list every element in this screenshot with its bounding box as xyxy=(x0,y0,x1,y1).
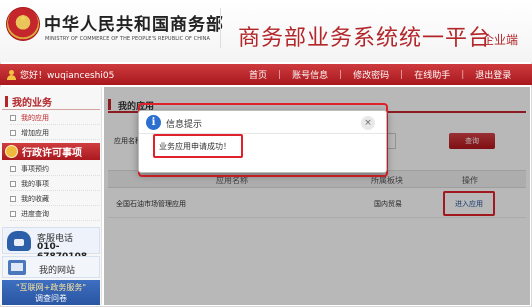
sidebar-section-admin-permits[interactable]: 行政许可事项 xyxy=(2,143,100,160)
sidebar-section-title: 我的业务 xyxy=(12,97,52,109)
sidebar-item-label: 我的收藏 xyxy=(21,195,49,203)
info-dialog: i 信息提示 × 业务应用申请成功！ xyxy=(138,110,387,173)
survey-banner[interactable]: "互联网+政务服务" 调查问卷 xyxy=(2,280,100,305)
survey-subtitle: 调查问卷 xyxy=(35,294,67,303)
sidebar-item-label: 我的应用 xyxy=(21,114,49,122)
dialog-title: 信息提示 xyxy=(166,120,203,130)
message-highlight xyxy=(153,134,243,158)
close-icon[interactable]: × xyxy=(361,116,375,130)
platform-subtitle: 企业端 xyxy=(482,33,519,47)
bullet-icon xyxy=(10,115,16,121)
user-icon xyxy=(7,69,16,80)
sidebar-item-progress-query[interactable]: 进度查询 xyxy=(10,208,100,221)
nav-link-account[interactable]: 账号信息 xyxy=(281,68,339,81)
section-marker xyxy=(5,95,8,107)
sidebar-section-title: 行政许可事项 xyxy=(22,148,82,159)
nav-link-logout[interactable]: 退出登录 xyxy=(464,68,522,81)
sidebar-item-favorites[interactable]: 我的收藏 xyxy=(10,193,100,206)
national-emblem-icon: ★ xyxy=(6,7,40,41)
sidebar-item-label: 增加应用 xyxy=(21,129,49,137)
sidebar-item-label: 进度查询 xyxy=(21,210,49,218)
nav-link-online-help[interactable]: 在线助手 xyxy=(403,68,461,81)
top-navbar: 您好！wuqianceshi05 首页 | 账号信息 | 修改密码 | 在线助手… xyxy=(0,64,532,85)
medal-icon xyxy=(5,145,18,158)
nav-link-home[interactable]: 首页 xyxy=(238,68,278,81)
nav-links: 首页 | 账号信息 | 修改密码 | 在线助手 | 退出登录 xyxy=(238,68,522,82)
nav-link-change-password[interactable]: 修改密码 xyxy=(342,68,400,81)
greeting-text: 您好！wuqianceshi05 xyxy=(20,71,115,81)
user-greeting: 您好！wuqianceshi05 xyxy=(7,68,114,81)
bullet-icon xyxy=(10,211,16,217)
org-name-cn: 中华人民共和国商务部 xyxy=(44,15,224,35)
site-header: ★ 中华人民共和国商务部 MINISTRY OF COMMERCE OF THE… xyxy=(0,0,532,62)
telephone-icon xyxy=(7,231,31,251)
sidebar-item-appointment[interactable]: 事项预约 xyxy=(10,163,100,176)
bullet-icon xyxy=(10,196,16,202)
my-website-label: 我的网站 xyxy=(39,266,76,276)
sidebar-item-add-app[interactable]: 增加应用 xyxy=(10,127,100,140)
org-name-en: MINISTRY OF COMMERCE OF THE PEOPLE'S REP… xyxy=(45,36,211,42)
bullet-icon xyxy=(10,181,16,187)
website-icon xyxy=(8,260,26,275)
header-divider xyxy=(220,8,221,48)
platform-title: 商务部业务系统统一平台 xyxy=(238,26,492,51)
my-website-link[interactable]: 我的网站 xyxy=(2,256,100,278)
bullet-icon xyxy=(10,166,16,172)
sidebar-item-my-apps[interactable]: 我的应用 xyxy=(10,112,100,125)
sidebar: 我的业务 我的应用 增加应用 行政许可事项 事项预约 我的事项 我的收藏 进度查… xyxy=(0,87,102,305)
sidebar-item-label: 我的事项 xyxy=(21,180,49,188)
sidebar-item-my-matters[interactable]: 我的事项 xyxy=(10,178,100,191)
sidebar-section-my-business[interactable]: 我的业务 xyxy=(2,93,100,110)
service-phone-box: 客服电话 010-67870108 xyxy=(2,227,100,262)
survey-title: "互联网+政务服务" xyxy=(15,283,87,292)
sidebar-item-label: 事项预约 xyxy=(21,165,49,173)
info-icon: i xyxy=(146,115,161,130)
bullet-icon xyxy=(10,130,16,136)
